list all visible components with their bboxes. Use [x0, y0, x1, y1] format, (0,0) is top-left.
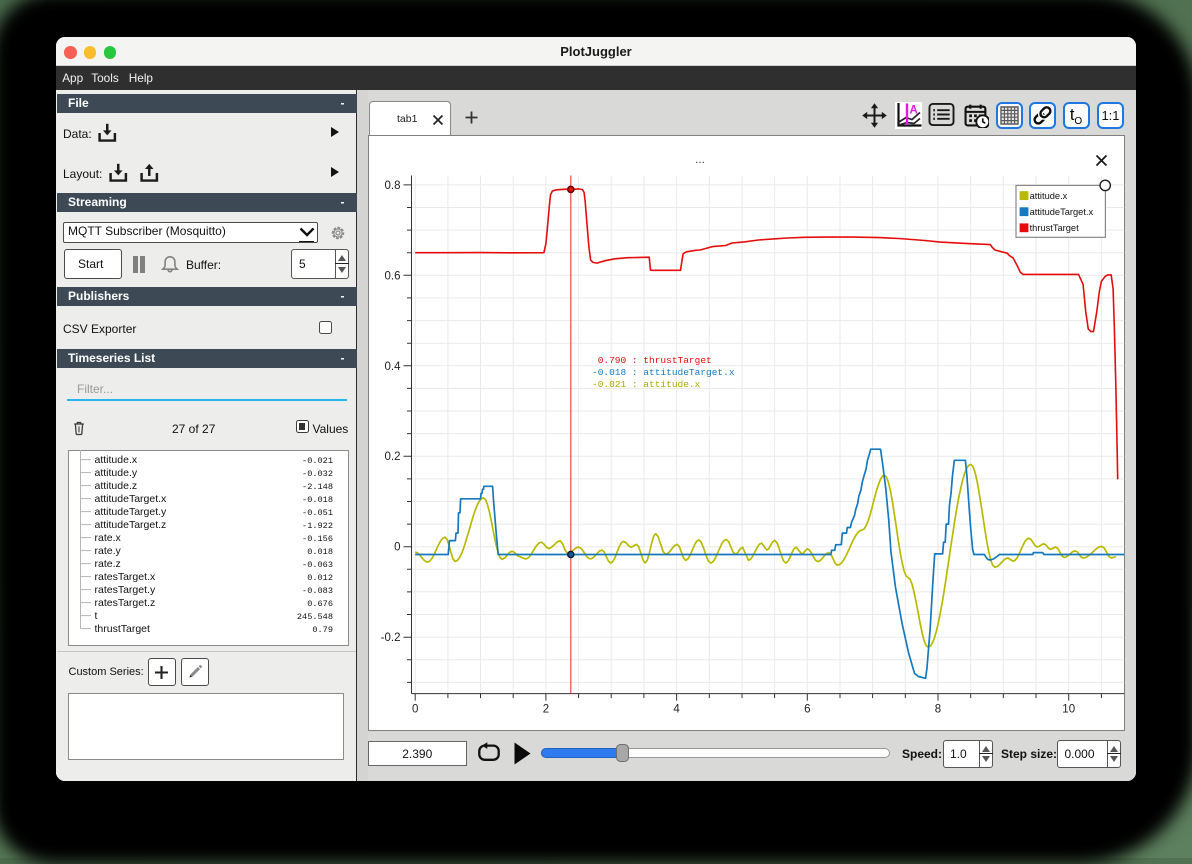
svg-text:attitudeTarget.x: attitudeTarget.x: [1030, 207, 1094, 217]
svg-text:0.012: 0.012: [307, 573, 333, 583]
svg-text:attitudeTarget.y: attitudeTarget.y: [95, 506, 168, 518]
svg-text:ratesTarget.x: ratesTarget.x: [95, 571, 156, 583]
svg-text:8: 8: [935, 704, 941, 716]
svg-text:6: 6: [804, 704, 810, 716]
svg-text:2: 2: [543, 704, 549, 716]
svg-text:t: t: [95, 610, 98, 622]
svg-text:thrustTarget: thrustTarget: [95, 623, 151, 635]
svg-text:attitude.x: attitude.x: [1030, 191, 1068, 201]
svg-text:rate.x: rate.x: [95, 532, 122, 544]
svg-text:0: 0: [394, 542, 400, 554]
svg-text:0: 0: [412, 704, 418, 716]
svg-text:attitude.y: attitude.y: [95, 467, 138, 479]
svg-text:attitudeTarget.z: attitudeTarget.z: [95, 519, 167, 531]
svg-text:0.79: 0.79: [312, 625, 333, 635]
svg-text:rate.z: rate.z: [95, 558, 121, 570]
svg-text:-0.156: -0.156: [302, 534, 333, 544]
svg-text:-0.021: -0.021: [302, 456, 333, 466]
svg-text:0.6: 0.6: [385, 270, 401, 282]
svg-text:thrustTarget: thrustTarget: [1030, 223, 1080, 233]
svg-text:attitude.x: attitude.x: [95, 454, 138, 466]
svg-text:0.018: 0.018: [307, 547, 333, 557]
svg-text:-1.922: -1.922: [302, 521, 333, 531]
svg-text:-0.018: -0.018: [302, 495, 333, 505]
svg-text:-2.148: -2.148: [302, 482, 333, 492]
svg-text:-0.032: -0.032: [302, 469, 333, 479]
svg-text:A: A: [909, 105, 917, 117]
svg-text:4: 4: [673, 704, 680, 716]
svg-text:10: 10: [1062, 704, 1075, 716]
svg-text:-0.018 : attitudeTarget.x: -0.018 : attitudeTarget.x: [592, 367, 735, 378]
svg-text:0.8: 0.8: [385, 180, 401, 192]
svg-text:0.2: 0.2: [385, 451, 401, 463]
svg-text:-0.063: -0.063: [302, 560, 333, 570]
svg-text:-0.051: -0.051: [302, 508, 333, 518]
svg-text:ratesTarget.y: ratesTarget.y: [95, 584, 156, 596]
svg-text:-0.2: -0.2: [381, 632, 401, 644]
svg-text:-0.083: -0.083: [302, 586, 333, 596]
svg-text:0.4: 0.4: [385, 361, 402, 373]
svg-text:0.790 : thrustTarget: 0.790 : thrustTarget: [592, 355, 712, 366]
svg-text:rate.y: rate.y: [95, 545, 122, 557]
svg-text:attitude.z: attitude.z: [95, 480, 138, 492]
svg-text:-0.021 : attitude.x: -0.021 : attitude.x: [592, 379, 701, 390]
svg-text:ratesTarget.z: ratesTarget.z: [95, 597, 156, 609]
svg-text:245.548: 245.548: [297, 612, 333, 622]
svg-text:0.676: 0.676: [307, 599, 333, 609]
svg-text:attitudeTarget.x: attitudeTarget.x: [95, 493, 168, 505]
